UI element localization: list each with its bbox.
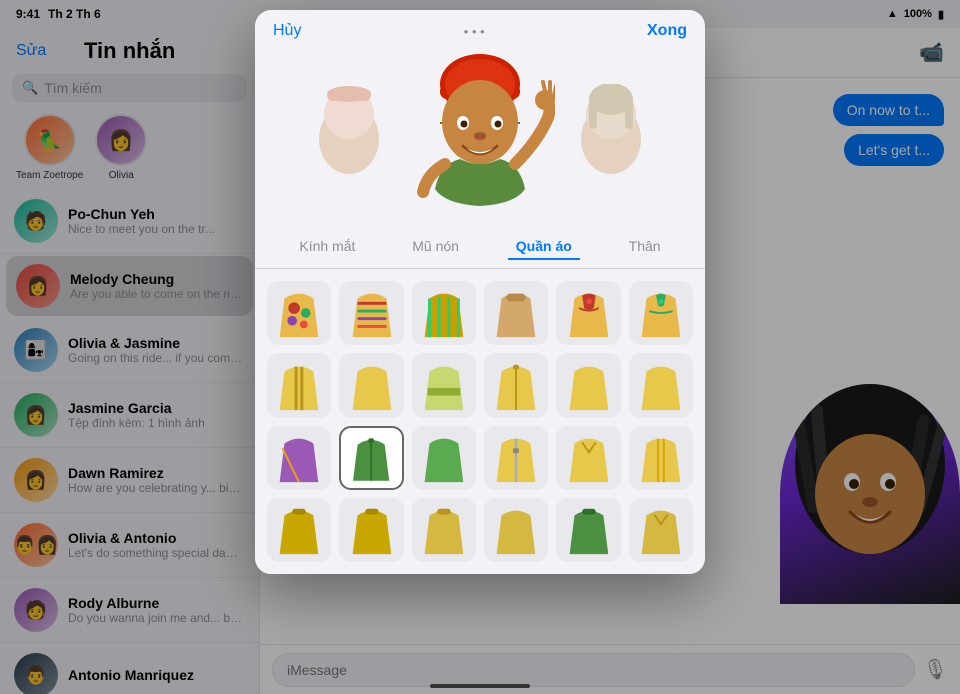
clothing-item-21[interactable] xyxy=(484,498,548,562)
clothing-item-18[interactable] xyxy=(267,498,331,562)
clothing-item-11[interactable] xyxy=(629,353,693,417)
clothing-item-23[interactable] xyxy=(629,498,693,562)
clothing-item-22[interactable] xyxy=(556,498,620,562)
clothing-item-19[interactable] xyxy=(339,498,403,562)
tab-hat[interactable]: Mũ nón xyxy=(404,234,467,260)
modal-preview-area xyxy=(255,46,705,226)
home-indicator xyxy=(430,684,530,688)
modal-dots: • • • xyxy=(464,24,485,39)
clothing-item-3[interactable] xyxy=(484,281,548,345)
clothing-item-17[interactable] xyxy=(629,426,693,490)
clothing-grid xyxy=(255,269,705,574)
clothing-item-13[interactable] xyxy=(339,426,403,490)
clothing-item-16[interactable] xyxy=(556,426,620,490)
modal-done-button[interactable]: Xong xyxy=(647,22,687,40)
clothing-item-12[interactable] xyxy=(267,426,331,490)
tab-row: Kính mắt Mũ nón Quần áo Thân xyxy=(255,226,705,269)
clothing-item-2[interactable] xyxy=(412,281,476,345)
clothing-item-4[interactable] xyxy=(556,281,620,345)
clothing-item-10[interactable] xyxy=(556,353,620,417)
tab-clothing[interactable]: Quần áo xyxy=(508,234,580,260)
clothing-item-9[interactable] xyxy=(484,353,548,417)
preview-side-left xyxy=(309,84,389,184)
clothing-item-6[interactable] xyxy=(267,353,331,417)
clothing-item-7[interactable] xyxy=(339,353,403,417)
clothing-item-8[interactable] xyxy=(412,353,476,417)
preview-side-right xyxy=(571,84,651,184)
clothing-item-20[interactable] xyxy=(412,498,476,562)
clothing-item-5[interactable] xyxy=(629,281,693,345)
tab-glasses[interactable]: Kính mắt xyxy=(291,234,363,260)
memoji-editor-modal: Hủy • • • Xong xyxy=(255,10,705,574)
clothing-item-1[interactable] xyxy=(339,281,403,345)
clothing-item-14[interactable] xyxy=(412,426,476,490)
modal-topbar: Hủy • • • Xong xyxy=(255,10,705,46)
modal-cancel-button[interactable]: Hủy xyxy=(273,22,301,40)
preview-memoji-center xyxy=(405,54,555,214)
clothing-item-0[interactable] xyxy=(267,281,331,345)
clothing-item-15[interactable] xyxy=(484,426,548,490)
modal-overlay: Hủy • • • Xong xyxy=(0,0,960,694)
tab-body[interactable]: Thân xyxy=(621,234,669,260)
